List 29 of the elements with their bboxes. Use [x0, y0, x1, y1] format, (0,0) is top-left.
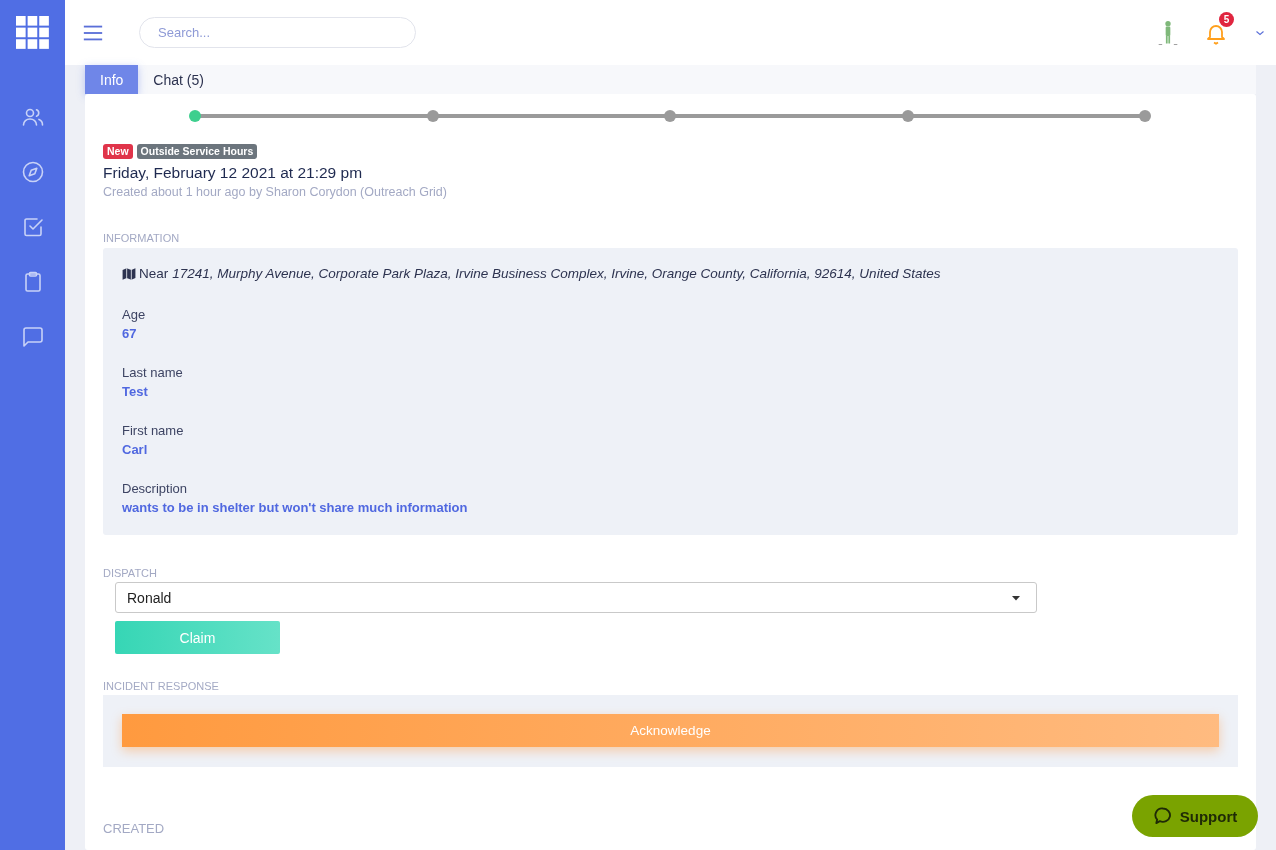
- section-heading: CREATED: [103, 821, 165, 836]
- incident-title: Friday, February 12 2021 at 21:29 pm: [103, 164, 363, 182]
- field-value: wants to be in shelter but won't share much information: [122, 500, 469, 515]
- created-by-text: Created about 1 hour ago by Sharon Corydon (Outreach Grid): [103, 185, 447, 199]
- app-grid-icon[interactable]: [15, 16, 50, 50]
- tab[interactable]: Info: [85, 65, 139, 94]
- field-value: Test: [122, 384, 149, 399]
- section-heading: DISPATCH: [103, 567, 157, 579]
- chat-icon[interactable]: [20, 325, 45, 349]
- status-tag: Outside Service Hours: [136, 144, 258, 159]
- section-heading: INCIDENT RESPONSE: [103, 680, 219, 692]
- tab[interactable]: Chat (5): [138, 65, 219, 94]
- notification-count: 5: [1219, 11, 1234, 27]
- field-label: Description: [122, 481, 189, 496]
- dispatch-dropdown[interactable]: Ronald: [115, 582, 1037, 613]
- location-label: Near: [139, 266, 169, 281]
- location-address: 17241, Murphy Avenue, Corporate Park Plaza, Irvine Business Complex, Irvine, Orange County, California, 92614, United States: [172, 266, 941, 281]
- chat-bubble-icon: [1152, 806, 1173, 826]
- field-value: 67: [122, 326, 138, 341]
- map-icon: [122, 266, 136, 281]
- field-label: Age: [122, 307, 147, 322]
- field-value: Carl: [122, 442, 149, 457]
- search-field[interactable]: Search...: [139, 17, 416, 48]
- compass-icon[interactable]: [20, 160, 45, 184]
- status-tag: New: [103, 144, 133, 159]
- section-heading: INFORMATION: [103, 232, 180, 244]
- field-label: First name: [122, 423, 185, 438]
- support-button[interactable]: Support: [1132, 795, 1258, 837]
- field-label: Last name: [122, 365, 184, 380]
